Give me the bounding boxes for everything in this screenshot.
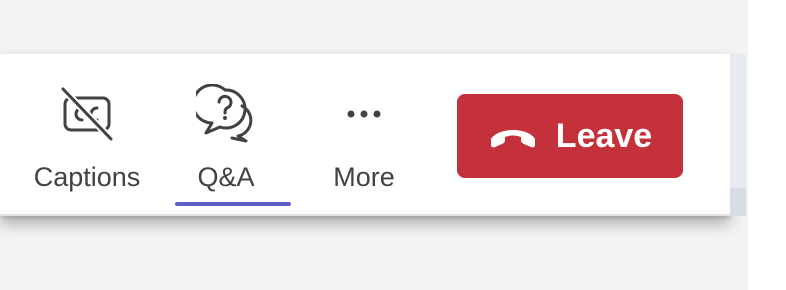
toolbar-right-edge-highlight [730,54,746,188]
more-dots-icon [347,110,381,118]
toolbar-right-edge [730,54,746,216]
active-tab-indicator [175,202,291,206]
captions-button[interactable]: Captions [22,84,152,204]
meeting-toolbar: Captions Q&A More Leave [0,54,730,216]
leave-button[interactable]: Leave [457,94,683,178]
more-label: More [333,162,395,192]
captions-label: Captions [33,162,141,192]
toolbar-divider [0,214,730,216]
leave-label: Leave [555,117,653,155]
window-right-edge [748,0,786,290]
hang-up-phone-icon [490,130,535,148]
qa-label: Q&A [197,162,255,192]
more-button[interactable]: More [299,84,429,204]
closed-captions-off-icon [60,86,114,142]
qa-button[interactable]: Q&A [161,84,291,206]
question-chat-icon [196,84,253,143]
